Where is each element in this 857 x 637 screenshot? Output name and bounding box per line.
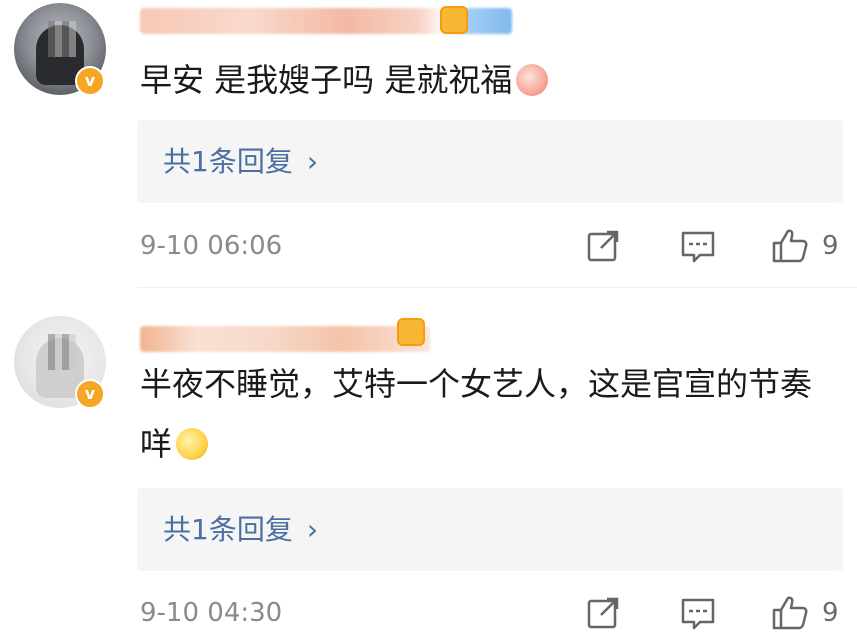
comment-body: 早安 是我嫂子吗 是就祝福 [140, 61, 513, 99]
comment-timestamp: 9-10 06:06 [140, 231, 283, 261]
comment-text: 半夜不睡觉，艾特一个女艺人，这是官宣的节奏咩 [140, 354, 843, 474]
comment-item: v 半夜不睡觉，艾特一个女艺人，这是官宣的节奏咩 共1条回复 › 9-10 04:… [0, 288, 857, 637]
comment-timestamp: 9-10 04:30 [140, 598, 283, 628]
view-replies-button[interactable]: 共1条回复 › [137, 120, 843, 203]
member-crown-icon [397, 318, 425, 346]
username-blurred[interactable] [140, 326, 430, 352]
verified-badge-icon: v [75, 66, 105, 96]
share-icon[interactable] [583, 593, 623, 633]
comment-item: v 早安 是我嫂子吗 是就祝福 共1条回复 › 9-10 06:06 9 [0, 0, 857, 288]
verified-badge-icon: v [75, 379, 105, 409]
like-icon[interactable] [770, 226, 810, 266]
fan-emoji-icon [516, 64, 549, 96]
replies-label: 共1条回复 [163, 145, 293, 178]
view-replies-button[interactable]: 共1条回复 › [137, 488, 843, 571]
comment-icon[interactable] [678, 593, 718, 633]
comment-text: 早安 是我嫂子吗 是就祝福 [140, 50, 843, 110]
avatar-mosaic [48, 334, 76, 370]
like-count: 9 [822, 231, 839, 261]
thinking-emoji-icon [176, 428, 209, 460]
replies-label: 共1条回复 [163, 513, 293, 546]
member-crown-icon [440, 6, 468, 34]
chevron-right-icon: › [306, 145, 319, 178]
like-count: 9 [822, 598, 839, 628]
avatar-mosaic [48, 21, 76, 57]
comment-body: 半夜不睡觉，艾特一个女艺人，这是官宣的节奏咩 [140, 365, 813, 463]
like-icon[interactable] [770, 593, 810, 633]
share-icon[interactable] [583, 226, 623, 266]
chevron-right-icon: › [306, 513, 319, 546]
comment-icon[interactable] [678, 226, 718, 266]
